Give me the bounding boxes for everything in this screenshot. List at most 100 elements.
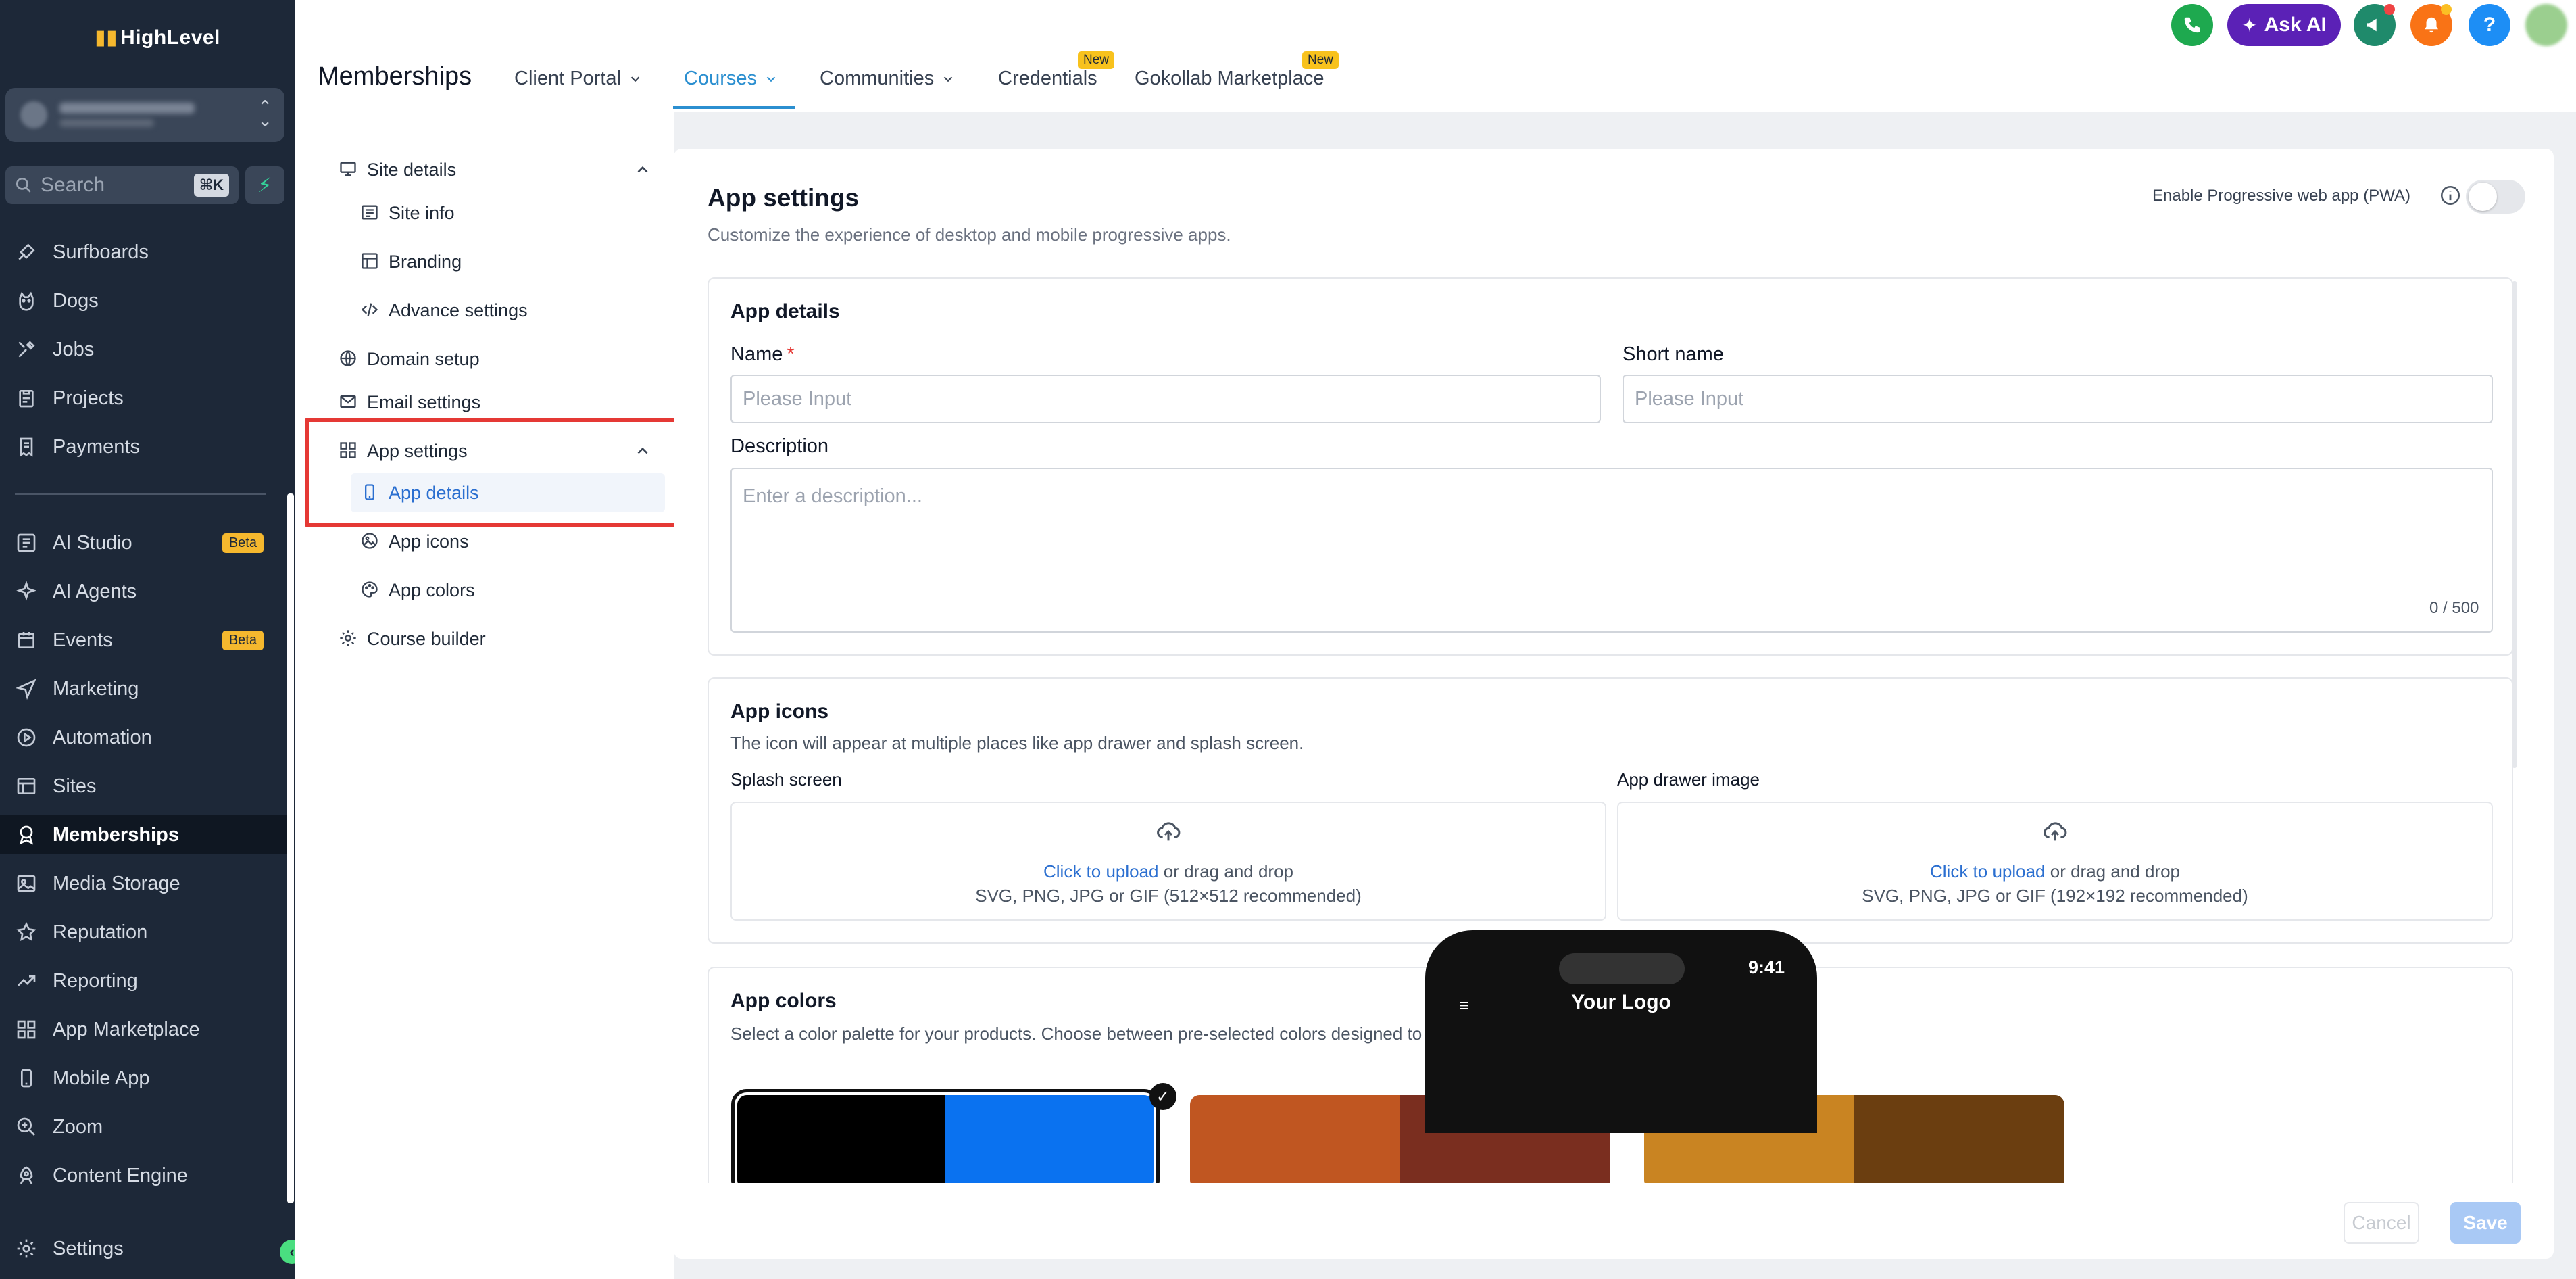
sidebar-item-label: Payments (53, 435, 140, 458)
short-name-input[interactable] (1623, 375, 2493, 423)
sidebar-item-label: Projects (53, 387, 124, 409)
subnav-site-info[interactable]: Site info (360, 194, 455, 232)
receipt-icon (15, 435, 38, 458)
section-title: App details (730, 300, 840, 322)
sidebar-item-marketing[interactable]: Marketing (15, 669, 285, 708)
layers-icon (15, 531, 38, 554)
cloud-upload-icon (2044, 822, 2067, 841)
pwa-toggle[interactable] (2466, 180, 2525, 214)
sidebar-item-zoom[interactable]: Zoom (15, 1107, 285, 1147)
phone-icon (15, 1067, 38, 1090)
bell-icon (2425, 17, 2438, 33)
gear-icon (15, 1237, 38, 1260)
subnav-domain-setup[interactable]: Domain setup (339, 340, 480, 378)
highlevel-logo[interactable]: ▮▮ HighLevel (95, 26, 220, 49)
zoom-icon (15, 1115, 38, 1138)
sidebar-item-payments[interactable]: Payments (15, 427, 285, 466)
preview-logo-text: Your Logo (1571, 991, 1671, 1013)
save-button[interactable]: Save (2450, 1202, 2521, 1244)
card-subtitle: Customize the experience of desktop and … (708, 224, 1231, 245)
sidebar-item-reputation[interactable]: Reputation (15, 913, 285, 952)
subnav-label: Advance settings (389, 299, 528, 320)
quick-action-button[interactable]: ⚡ (245, 166, 284, 204)
app-drawer-label: App drawer image (1617, 769, 1760, 790)
help-button[interactable]: ? (2469, 4, 2510, 46)
card-footer: Cancel Save (674, 1183, 2554, 1259)
description-counter: 0 / 500 (2429, 599, 2479, 617)
sidebar-item-surfboards[interactable]: Surfboards (15, 233, 285, 272)
sidebar-item-events[interactable]: Events Beta (15, 621, 285, 660)
splash-screen-label: Splash screen (730, 769, 842, 790)
sidebar-item-automation[interactable]: Automation (15, 718, 285, 757)
sidebar-item-label: Media Storage (53, 872, 180, 894)
section-subtitle: The icon will appear at multiple places … (730, 733, 1304, 753)
megaphone-icon (2367, 18, 2377, 32)
sidebar-item-content-engine[interactable]: Content Engine (15, 1156, 285, 1195)
sidebar-item-projects[interactable]: Projects (15, 379, 285, 418)
user-avatar[interactable] (2525, 4, 2567, 46)
cancel-button[interactable]: Cancel (2344, 1202, 2419, 1244)
logo-text: HighLevel (120, 26, 220, 49)
search-bar[interactable]: Search ⌘K (5, 166, 239, 204)
phone-button[interactable] (2171, 4, 2213, 46)
sidebar-item-reporting[interactable]: Reporting (15, 961, 285, 1000)
name-label: Name * (730, 343, 795, 366)
award-icon (15, 823, 38, 846)
beta-badge: Beta (222, 630, 264, 650)
account-avatar (20, 101, 47, 128)
subnav-course-builder[interactable]: Course builder (339, 620, 486, 658)
sidebar-item-label: Jobs (53, 338, 95, 360)
sidebar-item-ai-agents[interactable]: AI Agents (15, 572, 285, 611)
chevron-down-icon (766, 76, 776, 82)
upload-rest-text: or drag and drop (1158, 861, 1293, 882)
subnav-site-details[interactable]: Site details (339, 151, 656, 189)
beta-badge: Beta (222, 533, 264, 553)
click-to-upload-link[interactable]: Click to upload (1043, 861, 1159, 882)
click-to-upload-link[interactable]: Click to upload (1930, 861, 2046, 882)
tab-client-portal[interactable]: Client Portal (514, 68, 643, 90)
sidebar-item-mobile-app[interactable]: Mobile App (15, 1059, 285, 1098)
chevron-up-icon (637, 166, 648, 173)
subnav-label: Course builder (367, 628, 486, 649)
sidebar-item-dogs[interactable]: Dogs (15, 281, 285, 320)
required-marker: * (787, 343, 795, 365)
tab-gokollab-marketplace[interactable]: Gokollab Marketplace (1135, 68, 1324, 90)
drawer-upload-dropzone[interactable]: Click to upload or drag and drop SVG, PN… (1617, 802, 2493, 921)
palette-swatch (1854, 1095, 2064, 1190)
upload-instructions: Click to upload or drag and drop (732, 861, 1605, 882)
sidebar-item-ai-studio[interactable]: AI Studio Beta (15, 523, 285, 562)
active-tab-indicator (673, 106, 795, 109)
subnav-email-settings[interactable]: Email settings (339, 383, 480, 421)
color-palette-option[interactable] (731, 1089, 1160, 1196)
tab-courses[interactable]: Courses (684, 68, 778, 90)
sidebar-item-settings[interactable]: Settings (15, 1229, 285, 1268)
code-icon (360, 300, 380, 320)
account-switcher[interactable]: ⌃ ⌄ (5, 88, 284, 142)
subnav-app-colors[interactable]: App colors (360, 571, 475, 609)
image-icon (360, 531, 380, 552)
tab-communities[interactable]: Communities (820, 68, 956, 90)
sidebar-item-label: Dogs (53, 289, 99, 312)
ask-ai-button[interactable]: ✦ Ask AI (2227, 4, 2341, 46)
sidebar-item-sites[interactable]: Sites (15, 767, 285, 806)
nav-scrollbar[interactable] (287, 493, 294, 1203)
name-input[interactable] (730, 375, 1601, 423)
subnav-advance-settings[interactable]: Advance settings (360, 291, 528, 329)
sidebar-item-media-storage[interactable]: Media Storage (15, 864, 285, 903)
subnav-app-icons[interactable]: App icons (360, 523, 469, 560)
sidebar-item-app-marketplace[interactable]: App Marketplace (15, 1010, 285, 1049)
sidebar-item-label: AI Agents (53, 580, 137, 602)
sidebar-item-memberships[interactable]: Memberships (0, 815, 287, 854)
upload-rest-text: or drag and drop (2045, 861, 2180, 882)
image-icon (15, 872, 38, 895)
mobile-preview: 9:41 ≡ Your Logo (1425, 930, 1817, 1133)
subnav-label: Branding (389, 251, 462, 272)
info-icon[interactable] (2439, 184, 2462, 207)
sidebar-item-jobs[interactable]: Jobs (15, 330, 285, 369)
content-scrollbar[interactable] (2512, 281, 2517, 768)
sidebar-item-label: Reputation (53, 921, 148, 943)
tab-credentials[interactable]: Credentials (998, 68, 1097, 90)
splash-upload-dropzone[interactable]: Click to upload or drag and drop SVG, PN… (730, 802, 1606, 921)
subnav-branding[interactable]: Branding (360, 243, 462, 281)
description-textarea[interactable] (730, 468, 2493, 633)
